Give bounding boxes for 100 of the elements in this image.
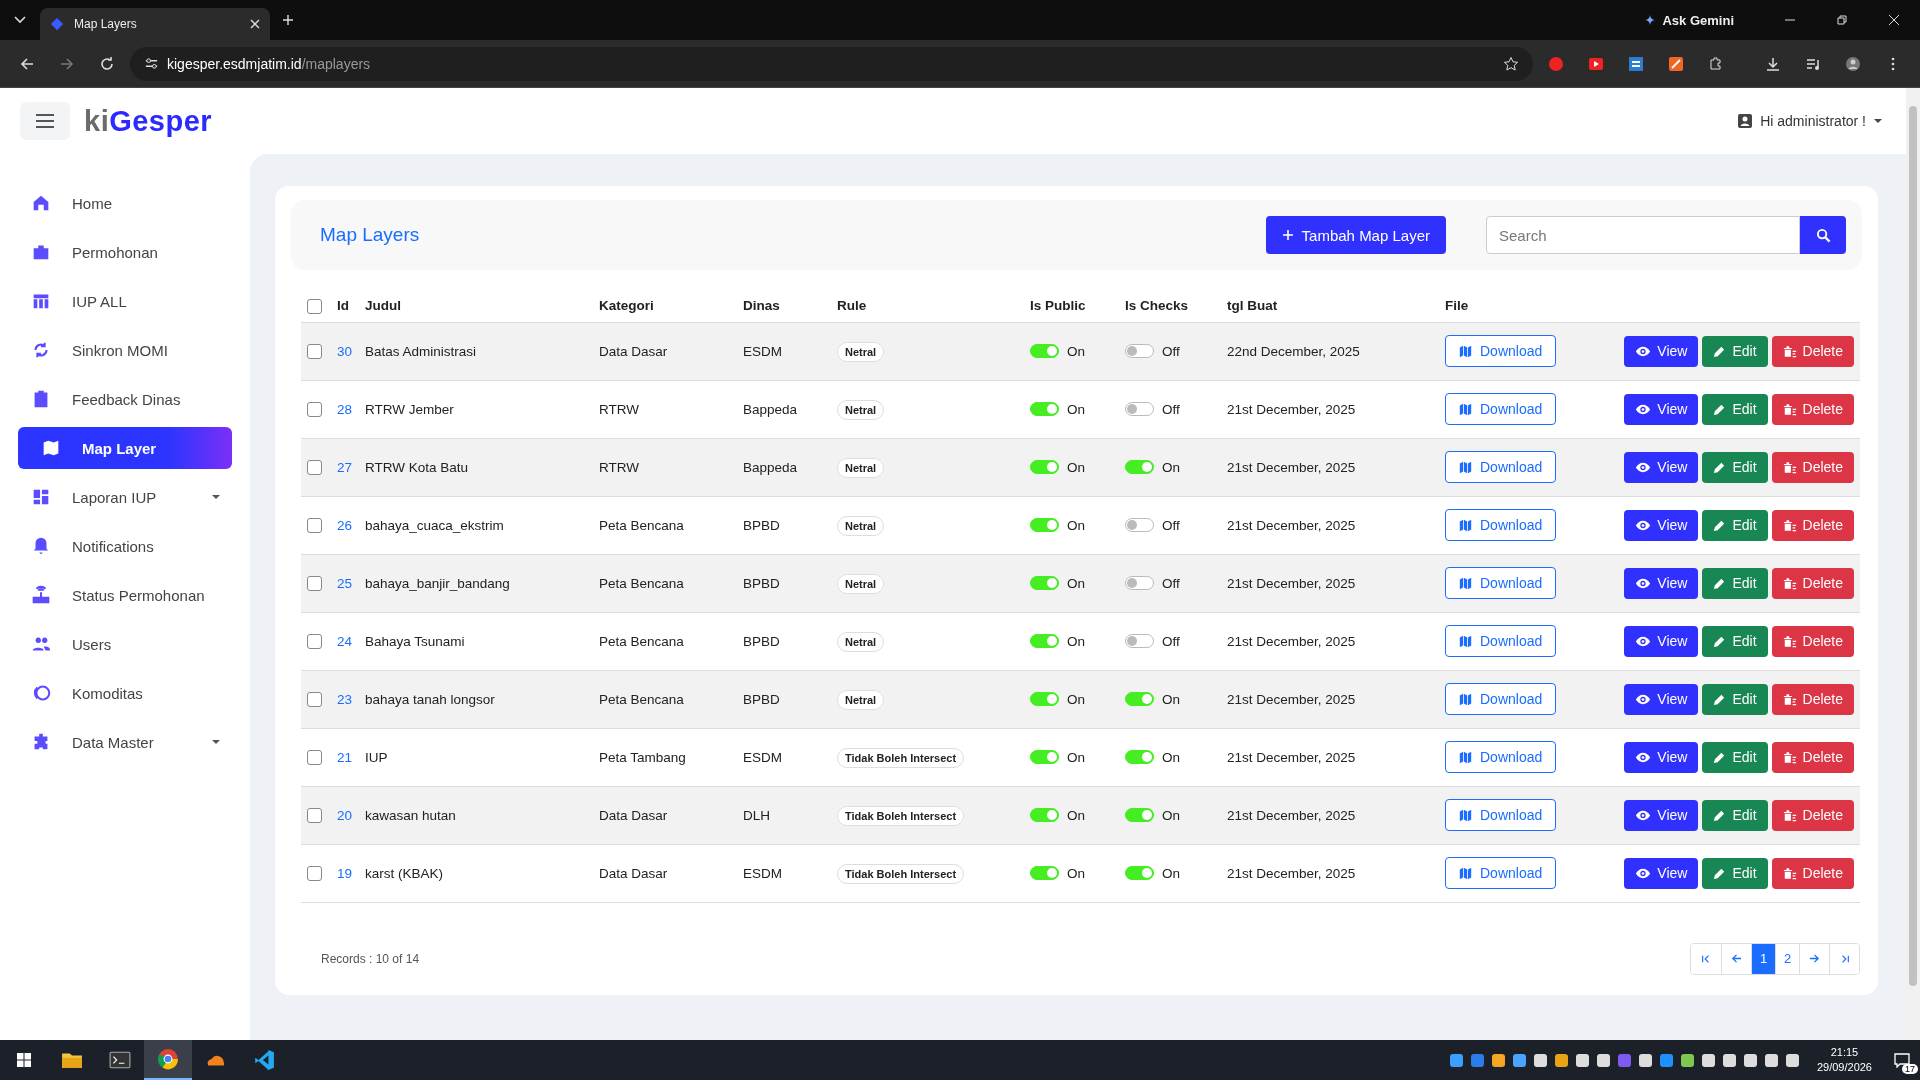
delete-button[interactable]: Delete [1771, 509, 1854, 541]
download-button[interactable]: Download [1445, 683, 1557, 716]
row-checkbox[interactable] [307, 402, 322, 418]
toggle-switch[interactable] [1125, 576, 1154, 591]
view-button[interactable]: View [1624, 799, 1699, 831]
search-button[interactable] [1800, 216, 1846, 254]
toggle-switch[interactable] [1030, 692, 1059, 707]
tray-icon[interactable] [1701, 1053, 1715, 1067]
tray-icon[interactable] [1596, 1053, 1610, 1067]
id-link[interactable]: 21 [337, 749, 353, 765]
add-button[interactable]: Tambah Map Layer [1265, 216, 1446, 254]
view-button[interactable]: View [1624, 451, 1699, 483]
edit-button[interactable]: Edit [1702, 335, 1768, 367]
sidebar-item[interactable]: Notifications [18, 525, 232, 567]
id-link[interactable]: 25 [337, 575, 353, 591]
toggle-switch[interactable] [1030, 460, 1059, 475]
tab-list-icon[interactable] [14, 16, 26, 24]
back-icon[interactable] [19, 55, 35, 72]
toggle-switch[interactable] [1125, 692, 1154, 707]
delete-button[interactable]: Delete [1771, 393, 1854, 425]
row-checkbox[interactable] [307, 808, 322, 824]
row-checkbox[interactable] [307, 460, 322, 476]
edit-button[interactable]: Edit [1702, 393, 1768, 425]
download-button[interactable]: Download [1445, 741, 1557, 774]
forward-icon[interactable] [59, 55, 75, 72]
user-menu[interactable]: Hi administrator ! [1738, 113, 1882, 129]
tray-icon[interactable] [1533, 1053, 1547, 1067]
address-bar[interactable]: kigesper.esdmjatim.id/maplayers [130, 46, 1533, 81]
delete-button[interactable]: Delete [1771, 857, 1854, 889]
tray-icon[interactable] [1449, 1053, 1463, 1067]
toggle-switch[interactable] [1125, 460, 1154, 475]
row-checkbox[interactable] [307, 750, 322, 766]
sidebar-item[interactable]: Users [18, 623, 232, 665]
tray-icon[interactable] [1722, 1053, 1736, 1067]
profile-avatar[interactable] [1845, 55, 1861, 72]
download-button[interactable]: Download [1445, 393, 1557, 426]
toggle-switch[interactable] [1030, 750, 1059, 765]
search-field[interactable]: Search [1486, 216, 1800, 254]
sidebar-item[interactable]: Feedback Dinas [18, 378, 232, 420]
toggle-switch[interactable] [1125, 518, 1154, 533]
extension-icon[interactable] [1668, 55, 1684, 72]
toggle-switch[interactable] [1125, 808, 1154, 823]
id-link[interactable]: 26 [337, 517, 353, 533]
download-button[interactable]: Download [1445, 509, 1557, 542]
view-button[interactable]: View [1624, 567, 1699, 599]
tray-icon[interactable] [1638, 1053, 1652, 1067]
download-button[interactable]: Download [1445, 625, 1557, 658]
toggle-switch[interactable] [1125, 866, 1154, 881]
view-button[interactable]: View [1624, 857, 1699, 889]
row-checkbox[interactable] [307, 866, 322, 882]
toggle-switch[interactable] [1030, 518, 1059, 533]
id-link[interactable]: 27 [337, 459, 353, 475]
delete-button[interactable]: Delete [1771, 335, 1854, 367]
extension-icon[interactable] [1588, 55, 1604, 72]
puzzle-icon[interactable] [1708, 55, 1724, 72]
toggle-switch[interactable] [1125, 402, 1154, 417]
site-settings-icon[interactable] [144, 56, 159, 71]
download-button[interactable]: Download [1445, 857, 1557, 890]
toggle-switch[interactable] [1030, 866, 1059, 881]
row-checkbox[interactable] [307, 518, 322, 534]
view-button[interactable]: View [1624, 625, 1699, 657]
view-button[interactable]: View [1624, 335, 1699, 367]
toggle-switch[interactable] [1125, 634, 1154, 649]
sidebar-item[interactable]: IUP ALL [18, 280, 232, 322]
download-icon[interactable] [1765, 55, 1781, 72]
id-link[interactable]: 23 [337, 691, 353, 707]
row-checkbox[interactable] [307, 634, 322, 650]
close-icon[interactable] [250, 19, 260, 29]
tray-icon[interactable] [1512, 1053, 1526, 1067]
tray-icon[interactable] [1680, 1053, 1694, 1067]
row-checkbox[interactable] [307, 692, 322, 708]
close-icon[interactable] [1888, 14, 1900, 26]
sidebar-item[interactable]: Data Master [18, 721, 232, 763]
delete-button[interactable]: Delete [1771, 683, 1854, 715]
edit-button[interactable]: Edit [1702, 799, 1768, 831]
sidebar-item[interactable]: Komoditas [18, 672, 232, 714]
start-icon[interactable] [16, 1052, 32, 1068]
select-all-checkbox[interactable] [307, 298, 322, 314]
id-link[interactable]: 28 [337, 401, 353, 417]
tray-icon[interactable] [1491, 1053, 1505, 1067]
id-link[interactable]: 20 [337, 807, 353, 823]
toggle-switch[interactable] [1030, 576, 1059, 591]
gemini-button[interactable]: Ask Gemini [1644, 12, 1734, 28]
toggle-switch[interactable] [1030, 634, 1059, 649]
view-button[interactable]: View [1624, 683, 1699, 715]
tray-icon[interactable] [1743, 1053, 1757, 1067]
download-button[interactable]: Download [1445, 451, 1557, 484]
download-button[interactable]: Download [1445, 799, 1557, 832]
edit-button[interactable]: Edit [1702, 683, 1768, 715]
toggle-switch[interactable] [1125, 344, 1154, 359]
toggle-switch[interactable] [1125, 750, 1154, 765]
tray-icon[interactable] [1554, 1053, 1568, 1067]
scrollbar[interactable] [1906, 88, 1920, 1040]
id-link[interactable]: 19 [337, 865, 353, 881]
menu-button[interactable] [20, 102, 70, 140]
id-link[interactable]: 30 [337, 343, 353, 359]
new-tab-icon[interactable] [282, 14, 294, 26]
page-button[interactable]: 1 [1751, 943, 1775, 974]
delete-button[interactable]: Delete [1771, 451, 1854, 483]
sidebar-item[interactable]: Permohonan [18, 231, 232, 273]
